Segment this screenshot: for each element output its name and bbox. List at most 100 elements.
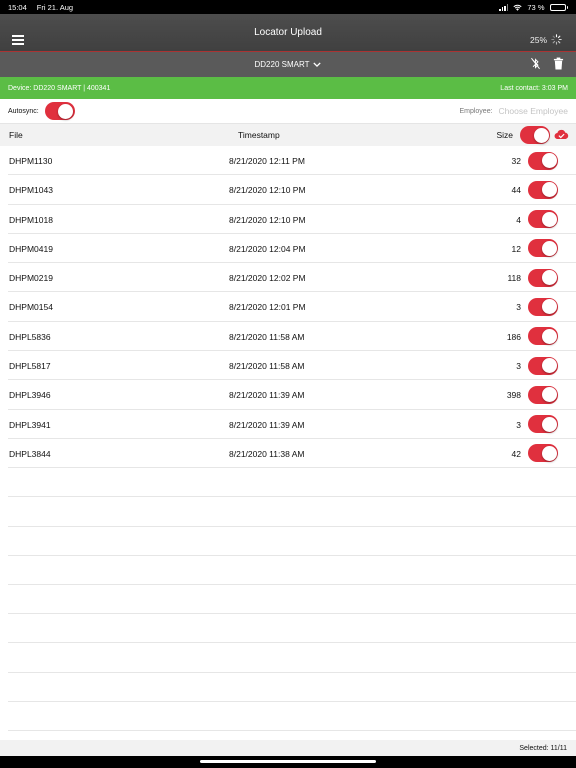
status-time: 15:04 (8, 2, 27, 12)
cloud-upload-check-icon[interactable] (554, 129, 569, 140)
empty-row (8, 702, 576, 731)
trash-icon[interactable] (553, 57, 564, 70)
chevron-down-icon (313, 62, 322, 67)
home-indicator[interactable] (200, 760, 376, 763)
autosync-label: Autosync: (8, 107, 39, 115)
file-select-toggle[interactable] (528, 385, 558, 404)
file-select-toggle[interactable] (528, 210, 558, 229)
upload-progress: 25% (530, 34, 562, 45)
empty-row (8, 527, 576, 556)
file-select-toggle[interactable] (528, 444, 558, 463)
column-timestamp: Timestamp (238, 130, 280, 140)
table-header: File Timestamp Size (0, 124, 576, 146)
column-file: File (9, 130, 23, 140)
table-row[interactable]: DHPL3946 8/21/2020 11:39 AM 398 (8, 380, 576, 410)
file-size: 3 (516, 419, 521, 430)
file-name: DHPL3844 (9, 448, 51, 459)
file-select-toggle[interactable] (528, 297, 558, 316)
file-name: DHPL3941 (9, 419, 51, 430)
file-select-toggle[interactable] (528, 180, 558, 199)
table-row[interactable]: DHPM0419 8/21/2020 12:04 PM 12 (8, 234, 576, 264)
file-size: 3 (516, 361, 521, 372)
table-row[interactable]: DHPM1018 8/21/2020 12:10 PM 4 (8, 205, 576, 234)
file-name: DHPM0219 (9, 273, 53, 284)
file-select-toggle[interactable] (528, 356, 558, 375)
bluetooth-disabled-icon[interactable] (530, 57, 541, 70)
autosync-control: Autosync: (8, 102, 75, 120)
device-info-bar: Device: DD220 SMART | 400341 Last contac… (0, 77, 576, 99)
status-bar: 15:04 Fri 21. Aug 73 % (0, 0, 576, 14)
app-header: Locator Upload 25% (0, 14, 576, 52)
options-bar: Autosync: Employee: Choose Employee (0, 99, 576, 124)
file-timestamp: 8/21/2020 11:39 AM (229, 390, 305, 401)
table-row[interactable]: DHPL5817 8/21/2020 11:58 AM 3 (8, 351, 576, 381)
empty-row (8, 556, 576, 586)
table-row[interactable]: DHPM0219 8/21/2020 12:02 PM 118 (8, 263, 576, 293)
table-row[interactable]: DHPM1043 8/21/2020 12:10 PM 44 (8, 175, 576, 205)
empty-row (8, 673, 576, 702)
autosync-toggle[interactable] (44, 102, 75, 120)
last-contact: Last contact: 3:03 PM (500, 84, 568, 92)
employee-control: Employee: Choose Employee (459, 106, 568, 116)
file-name: DHPM1130 (9, 156, 53, 166)
file-size: 398 (506, 390, 521, 401)
file-timestamp: 8/21/2020 11:58 AM (229, 331, 305, 342)
selected-count: Selected: 11/11 (519, 744, 567, 752)
file-select-toggle[interactable] (528, 327, 558, 346)
file-timestamp: 8/21/2020 12:10 PM (229, 185, 306, 196)
battery-percent: 73 % (527, 2, 545, 12)
file-size: 118 (507, 273, 521, 284)
battery-icon (549, 3, 568, 11)
file-timestamp: 8/21/2020 12:04 PM (229, 243, 306, 254)
wifi-icon (513, 4, 522, 11)
file-size: 32 (511, 156, 521, 166)
file-size: 3 (516, 302, 521, 313)
footer-bar: Selected: 11/11 (0, 740, 576, 756)
file-select-toggle[interactable] (528, 239, 558, 258)
device-selector[interactable]: DD220 SMART (255, 60, 322, 69)
table-row[interactable]: DHPL5836 8/21/2020 11:58 AM 186 (8, 322, 576, 352)
empty-row (8, 468, 576, 498)
file-size: 12 (511, 243, 521, 254)
file-timestamp: 8/21/2020 12:10 PM (229, 214, 306, 225)
table-row[interactable]: DHPL3844 8/21/2020 11:38 AM 42 (8, 439, 576, 469)
empty-row (8, 497, 576, 527)
file-select-toggle[interactable] (528, 268, 558, 287)
empty-row (8, 585, 576, 615)
file-select-toggle[interactable] (528, 151, 558, 170)
cellular-signal-icon (499, 3, 509, 11)
device-name: DD220 SMART (254, 60, 310, 69)
file-name: DHPL3946 (9, 390, 51, 401)
file-timestamp: 8/21/2020 12:02 PM (229, 273, 306, 284)
select-all-toggle[interactable] (520, 126, 550, 144)
file-name: DHPM1018 (9, 214, 53, 225)
table-row[interactable]: DHPL3941 8/21/2020 11:39 AM 3 (8, 410, 576, 439)
hamburger-icon[interactable] (12, 35, 24, 45)
table-row[interactable]: DHPM1130 8/21/2020 12:11 PM 32 (8, 146, 576, 176)
page-title: Locator Upload (254, 27, 322, 38)
employee-label: Employee: (459, 107, 493, 115)
empty-row (8, 643, 576, 673)
file-timestamp: 8/21/2020 12:11 PM (229, 156, 305, 166)
device-info: Device: DD220 SMART | 400341 (8, 84, 111, 92)
file-list: DHPM1130 8/21/2020 12:11 PM 32 DHPM1043 8/21… (0, 146, 576, 731)
file-name: DHPM1043 (9, 185, 53, 196)
file-size: 4 (516, 214, 521, 225)
file-timestamp: 8/21/2020 11:39 AM (229, 419, 305, 430)
table-row[interactable]: DHPM0154 8/21/2020 12:01 PM 3 (8, 292, 576, 322)
column-size: Size (496, 130, 513, 140)
file-select-toggle[interactable] (528, 415, 558, 434)
empty-row (8, 614, 576, 644)
file-name: DHPM0419 (9, 243, 53, 254)
file-name: DHPL5817 (9, 361, 51, 372)
home-indicator-area (0, 756, 576, 768)
file-size: 186 (506, 331, 521, 342)
app-screen: 15:04 Fri 21. Aug 73 % Locator Upload 25… (0, 0, 576, 768)
loading-spinner-icon (551, 34, 562, 45)
file-timestamp: 8/21/2020 12:01 PM (229, 302, 306, 313)
file-size: 44 (511, 185, 521, 196)
file-name: DHPL5836 (9, 331, 51, 342)
file-name: DHPM0154 (9, 302, 53, 313)
employee-picker[interactable]: Choose Employee (499, 106, 568, 116)
device-bar: DD220 SMART (0, 52, 576, 77)
